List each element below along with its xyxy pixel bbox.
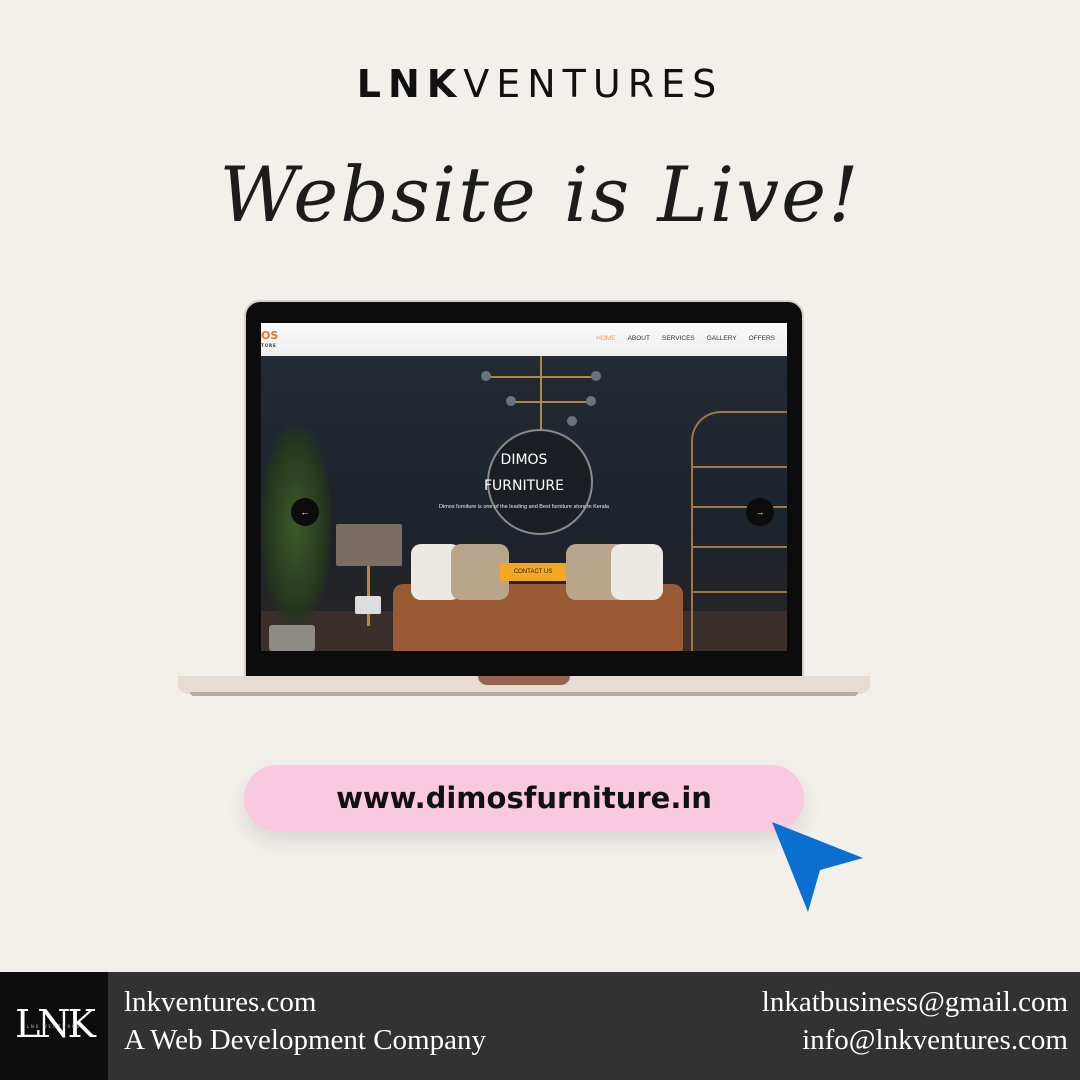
cursor-arrow-icon: [772, 822, 863, 912]
site-nav-gallery[interactable]: GALLERY: [707, 335, 737, 342]
footer-email-business[interactable]: lnkatbusiness@gmail.com: [762, 986, 1068, 1019]
footer-logo-sub: LNK VENTURES: [26, 1024, 82, 1029]
brand-wordmark: LNKVENTURES: [0, 62, 1080, 106]
laptop-notch: [478, 676, 570, 685]
footer: LNK LNK VENTURES lnkventures.com A Web D…: [0, 972, 1080, 1080]
site-logo[interactable]: OS TURE: [261, 330, 278, 351]
hero-title-line1: DIMOS: [500, 452, 548, 468]
footer-website-link[interactable]: lnkventures.com: [124, 986, 316, 1019]
footer-description: A Web Development Company: [124, 1024, 486, 1056]
bulb-decor: [567, 416, 577, 426]
bulb-decor: [586, 396, 596, 406]
bulb-decor: [591, 371, 601, 381]
chandelier-decor: [511, 401, 591, 403]
website-preview: OS TURE HOME ABOUT SERVICES GALLERY OFFE…: [261, 323, 787, 651]
bulb-decor: [481, 371, 491, 381]
shelf-decor: [691, 411, 787, 651]
hero-title-line2: FURNITURE: [483, 478, 564, 494]
hero-banner: DIMOS FURNITURE Dimos furniture is one o…: [261, 356, 787, 651]
site-nav-home[interactable]: HOME: [596, 335, 616, 342]
shelf-line-decor: [691, 591, 787, 593]
site-nav-about[interactable]: ABOUT: [628, 335, 650, 342]
site-logo-sub: TURE: [261, 343, 277, 348]
chandelier-decor: [486, 376, 596, 378]
lamp-shade-decor: [336, 524, 402, 566]
contact-us-button[interactable]: CONTACT US: [500, 563, 566, 581]
website-url-pill[interactable]: www.dimosfurniture.in: [244, 765, 804, 831]
site-nav-services[interactable]: SERVICES: [662, 335, 695, 342]
footer-email-info[interactable]: info@lnkventures.com: [802, 1024, 1068, 1057]
plant-pot-decor: [269, 625, 315, 651]
laptop-base-shadow: [190, 692, 858, 696]
pillow-decor: [611, 544, 663, 600]
brand-bold: LNK: [356, 62, 464, 106]
lamp-base-decor: [355, 596, 381, 614]
brand-light: VENTURES: [463, 62, 724, 106]
site-navbar: OS TURE HOME ABOUT SERVICES GALLERY OFFE…: [261, 323, 787, 356]
footer-logo-box: LNK LNK VENTURES: [0, 972, 108, 1080]
site-menu: HOME ABOUT SERVICES GALLERY OFFERS: [596, 335, 775, 342]
shelf-line-decor: [691, 546, 787, 548]
prev-slide-button[interactable]: ←: [291, 498, 319, 526]
tagline: Website is Live!: [219, 150, 861, 239]
hero-subtitle: Dimos furniture is one of the leading an…: [439, 504, 609, 510]
site-nav-offers[interactable]: OFFERS: [749, 335, 775, 342]
bulb-decor: [506, 396, 516, 406]
next-slide-button[interactable]: →: [746, 498, 774, 526]
